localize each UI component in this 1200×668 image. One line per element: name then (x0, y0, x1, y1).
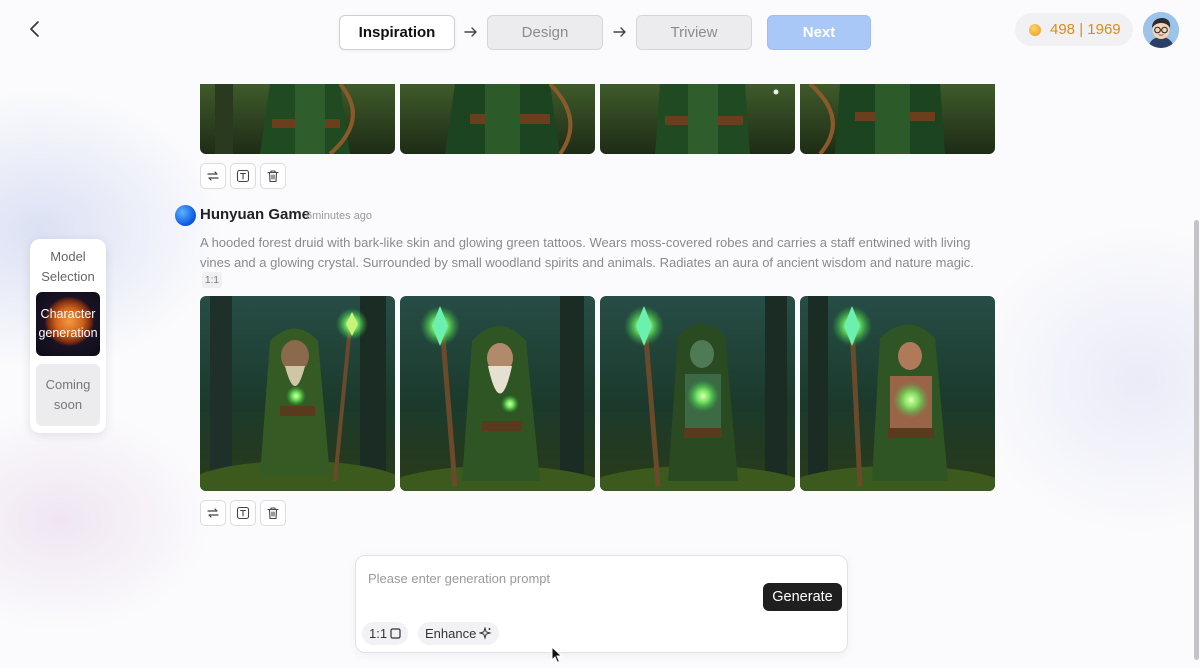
archer-image-3[interactable] (600, 84, 795, 154)
delete-icon (267, 507, 279, 520)
regenerate-button[interactable] (200, 163, 226, 189)
text-icon (236, 169, 250, 183)
step-inspiration[interactable]: Inspiration (339, 15, 455, 50)
aspect-ratio-button[interactable]: 1:1 (362, 622, 409, 645)
square-icon (390, 628, 401, 639)
chevron-left-icon[interactable] (24, 18, 46, 40)
druid-image-4[interactable] (800, 296, 995, 491)
credits-value: 498 | 1969 (1050, 21, 1121, 38)
archer-image-4[interactable] (800, 84, 995, 154)
enhance-label: Enhance (425, 626, 477, 641)
regenerate-icon (207, 508, 219, 518)
aspect-ratio-label: 1:1 (369, 626, 388, 641)
model-option-label: Coming soon (45, 377, 91, 412)
user-avatar[interactable] (1143, 12, 1179, 48)
delete-button[interactable] (260, 163, 286, 189)
generate-button[interactable]: Generate (763, 583, 842, 611)
top-bar: Inspiration Design Triview Next 498 | 19… (0, 0, 1200, 64)
step-design[interactable]: Design (487, 15, 603, 50)
model-selection-title: Model Selection (41, 249, 95, 284)
druid-image-2[interactable] (400, 296, 595, 491)
scrollbar[interactable] (1194, 220, 1199, 660)
text-button[interactable] (230, 163, 256, 189)
coin-icon (1029, 23, 1041, 36)
regenerate-icon (207, 171, 219, 181)
hunyuan-logo-icon (175, 205, 196, 226)
author-name: Hunyuan Game (200, 206, 311, 223)
archer-image-2[interactable] (400, 84, 595, 154)
model-option-label: Character generation (38, 307, 98, 340)
text-icon (236, 506, 250, 520)
arrow-right-icon (464, 27, 477, 37)
archer-image-1[interactable] (200, 84, 395, 154)
druid-image-3[interactable] (600, 296, 795, 491)
enhance-button[interactable]: Enhance (418, 622, 500, 645)
delete-icon (267, 170, 279, 183)
model-selection-panel: Model Selection Character generation Com… (30, 239, 106, 433)
mouse-cursor-icon (551, 646, 563, 664)
step-triview[interactable]: Triview (636, 15, 752, 50)
ratio-badge: 1:1 (202, 272, 222, 288)
next-button[interactable]: Next (767, 15, 871, 50)
timestamp: 6minutes ago (306, 210, 373, 222)
credits-badge[interactable]: 498 | 1969 (1015, 13, 1133, 46)
sparkle-icon (479, 627, 492, 640)
delete-button[interactable] (260, 500, 286, 526)
prompt-composer: Generate 1:1 Enhance (355, 555, 848, 653)
model-option-character-generation[interactable]: Character generation (36, 292, 100, 356)
regenerate-button[interactable] (200, 500, 226, 526)
prompt-input[interactable] (368, 566, 758, 590)
model-option-coming-soon[interactable]: Coming soon (36, 364, 100, 426)
arrow-right-icon (613, 27, 626, 37)
generation-prompt: A hooded forest druid with bark-like ski… (200, 235, 974, 270)
text-button[interactable] (230, 500, 256, 526)
druid-image-1[interactable] (200, 296, 395, 491)
avatar-illustration (1143, 12, 1179, 48)
